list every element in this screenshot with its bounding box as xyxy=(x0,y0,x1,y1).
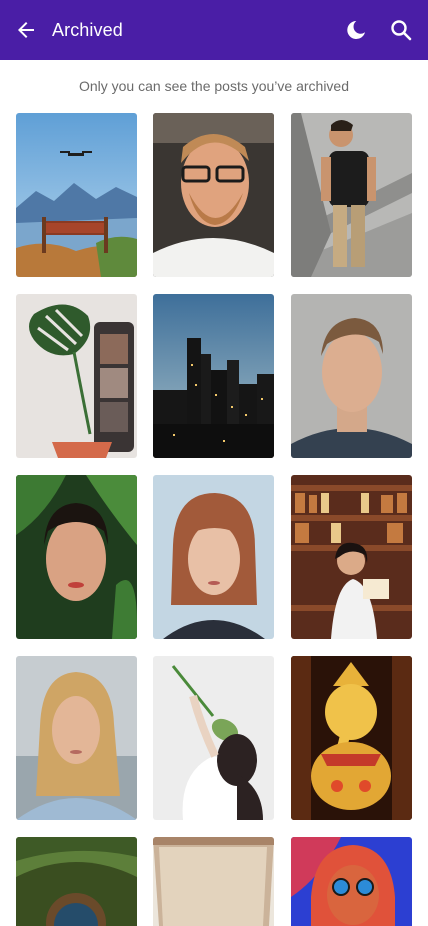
photo-tile-hobbit-house[interactable] xyxy=(16,837,137,926)
photo-tile-skyline[interactable] xyxy=(153,294,274,458)
photo-tile-ganesha[interactable] xyxy=(291,656,412,820)
photo-tile-coffee[interactable] xyxy=(153,837,274,926)
photo-tile-redhead[interactable] xyxy=(153,475,274,639)
photo-grid xyxy=(0,0,428,926)
photo-tile-drone[interactable] xyxy=(16,113,137,277)
photo-tile-man-escalator[interactable] xyxy=(291,113,412,277)
photo-tile-neon-woman[interactable] xyxy=(291,837,412,926)
photo-tile-bookstore[interactable] xyxy=(291,475,412,639)
photo-tile-blonde[interactable] xyxy=(16,656,137,820)
photo-tile-woman-leaf[interactable] xyxy=(153,656,274,820)
photo-tile-monstera[interactable] xyxy=(16,294,137,458)
photo-tile-man-portrait[interactable] xyxy=(291,294,412,458)
photo-tile-woman-leaves[interactable] xyxy=(16,475,137,639)
photo-tile-man-glasses[interactable] xyxy=(153,113,274,277)
